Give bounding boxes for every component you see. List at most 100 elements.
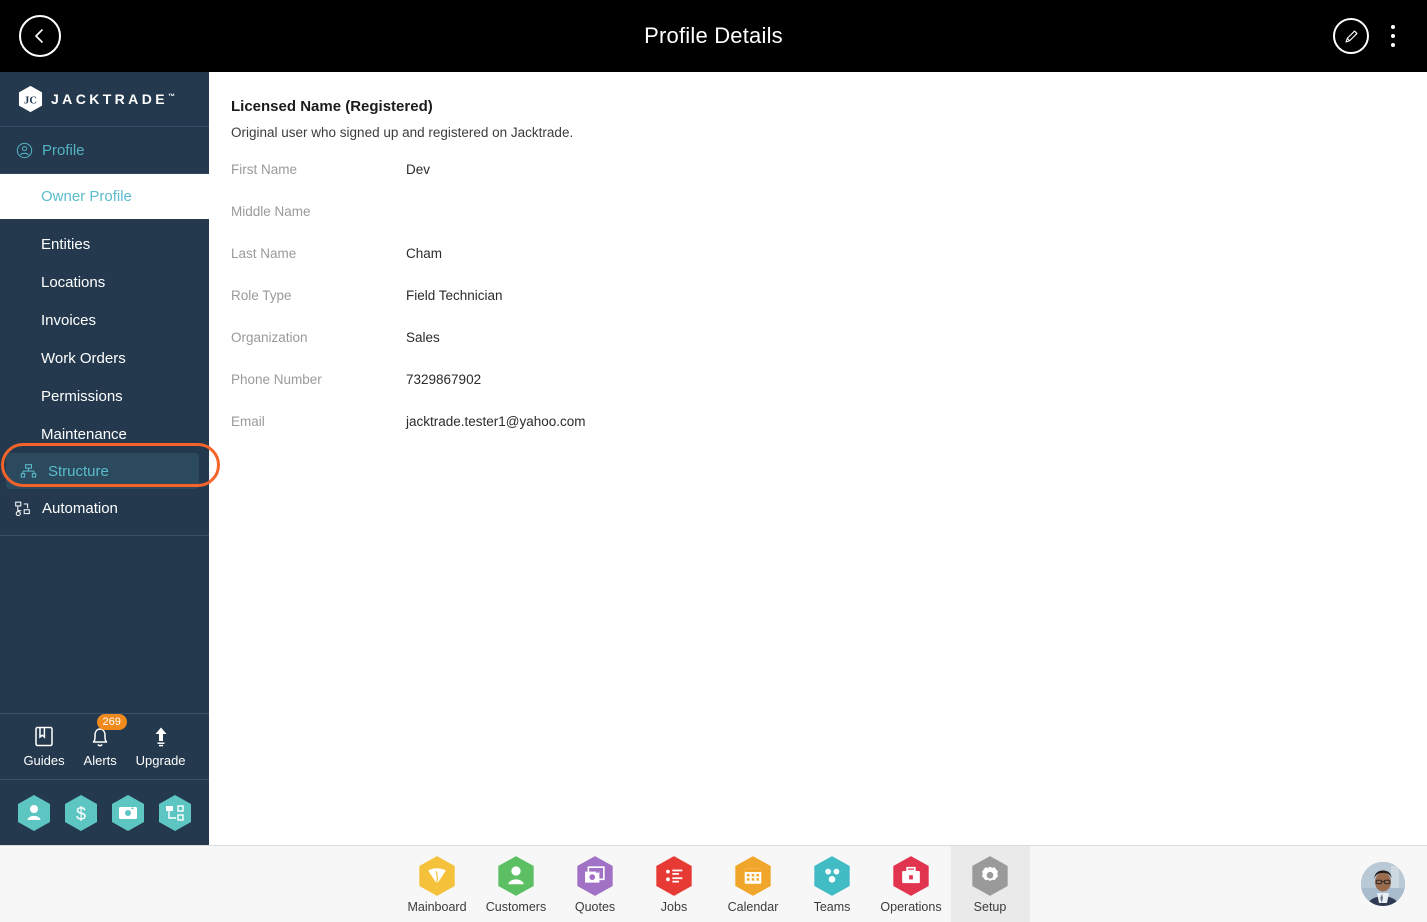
body-row: JC JACKTRADE™ Profile Owner Profile Enti… <box>0 72 1427 845</box>
sidebar-group-profile[interactable]: Profile <box>0 127 209 174</box>
setup-gear-hex-icon <box>972 855 1008 896</box>
bottom-nav-quotes[interactable]: Quotes <box>556 846 635 922</box>
alerts-button[interactable]: 269 Alerts <box>83 714 127 768</box>
bottom-nav-jobs[interactable]: Jobs <box>635 846 714 922</box>
teams-hex-icon <box>814 855 850 896</box>
workflow-hex-icon[interactable] <box>158 794 192 832</box>
mainboard-hex-icon <box>419 855 455 896</box>
sidebar-quick-hex-row: $ <box>0 779 209 845</box>
field-row-email: Email jacktrade.tester1@yahoo.com <box>231 414 1427 456</box>
sidebar-item-owner-profile[interactable]: Owner Profile <box>0 174 209 219</box>
bottom-nav-items: Mainboard Customers Quotes Jobs Calendar… <box>398 846 1030 922</box>
main-content: Licensed Name (Registered) Original user… <box>209 72 1427 845</box>
svg-text:JC: JC <box>24 95 37 106</box>
page-title: Profile Details <box>644 23 783 48</box>
sidebar-item-structure-label: Structure <box>48 462 109 480</box>
sidebar-item-owner-profile-label: Owner Profile <box>41 188 132 205</box>
sidebar-item-structure[interactable]: Structure <box>6 453 199 489</box>
sidebar-item-locations-label: Locations <box>41 273 106 291</box>
sidebar-item-maintenance[interactable]: Maintenance <box>0 415 209 453</box>
kebab-dot <box>1391 25 1395 29</box>
bottom-nav-mainboard[interactable]: Mainboard <box>398 846 477 922</box>
overflow-menu-button[interactable] <box>1379 18 1407 54</box>
field-value: Sales <box>406 330 440 345</box>
field-row-phone-number: Phone Number 7329867902 <box>231 372 1427 414</box>
field-label: Phone Number <box>231 372 322 387</box>
back-button[interactable] <box>19 15 61 57</box>
kebab-dot <box>1391 43 1395 47</box>
bottom-nav-setup[interactable]: Setup <box>950 846 1030 922</box>
bottom-nav-customers[interactable]: Customers <box>477 846 556 922</box>
sidebar-item-maintenance-label: Maintenance <box>41 425 127 443</box>
sidebar-item-entities[interactable]: Entities <box>0 225 209 263</box>
section-title: Licensed Name (Registered) <box>231 98 433 115</box>
field-value: Cham <box>406 246 443 261</box>
bottom-nav-operations[interactable]: Operations <box>872 846 951 922</box>
top-bar: Profile Details <box>0 0 1427 72</box>
sidebar-item-locations[interactable]: Locations <box>0 263 209 301</box>
user-avatar[interactable] <box>1361 862 1405 906</box>
field-value: 7329867902 <box>406 372 482 387</box>
trademark-symbol: ™ <box>167 93 175 101</box>
book-icon <box>35 726 53 747</box>
bottom-nav-calendar-label: Calendar <box>727 899 779 914</box>
sidebar-group-profile-label: Profile <box>42 141 85 159</box>
person-hex-icon[interactable] <box>17 794 51 832</box>
sidebar-item-permissions[interactable]: Permissions <box>0 377 209 415</box>
upgrade-label: Upgrade <box>135 753 186 768</box>
sidebar-item-invoices-label: Invoices <box>41 311 97 329</box>
bottom-nav-mainboard-label: Mainboard <box>407 899 467 914</box>
bottom-nav-quotes-label: Quotes <box>574 899 616 914</box>
field-row-organization: Organization Sales <box>231 330 1427 372</box>
alerts-label: Alerts <box>83 753 117 768</box>
section-subtitle: Original user who signed up and register… <box>231 125 574 140</box>
field-row-first-name: First Name Dev <box>231 162 1427 204</box>
upgrade-button[interactable]: Upgrade <box>136 725 186 768</box>
chevron-left-icon <box>35 29 43 43</box>
edit-button[interactable] <box>1333 18 1369 54</box>
customers-hex-icon <box>498 855 534 896</box>
sidebar: JC JACKTRADE™ Profile Owner Profile Enti… <box>0 72 220 845</box>
field-row-role-type: Role Type Field Technician <box>231 288 1427 330</box>
field-label: First Name <box>231 162 298 177</box>
sidebar-item-work-orders-label: Work Orders <box>41 349 126 367</box>
brand-wordmark: JACKTRADE <box>51 91 168 107</box>
bottom-nav-calendar[interactable]: Calendar <box>714 846 793 922</box>
sidebar-item-permissions-label: Permissions <box>41 387 123 405</box>
sidebar-item-work-orders[interactable]: Work Orders <box>0 339 209 377</box>
bottom-nav-customers-label: Customers <box>485 899 547 914</box>
brand-logo[interactable]: JC JACKTRADE™ <box>0 72 209 127</box>
up-arrow-icon <box>155 727 167 747</box>
structure-tree-icon <box>20 463 42 480</box>
sidebar-item-entities-label: Entities <box>41 235 91 253</box>
top-bar-actions <box>1333 18 1427 54</box>
dollar-hex-icon[interactable]: $ <box>64 794 98 832</box>
field-value: Dev <box>406 162 431 177</box>
avatar-image <box>1361 862 1405 906</box>
field-value: Field Technician <box>406 288 503 303</box>
sidebar-nav-list: Entities Locations Invoices Work Orders … <box>0 219 209 527</box>
jobs-hex-icon <box>656 855 692 896</box>
user-circle-icon <box>16 142 33 159</box>
field-label: Email <box>231 414 265 429</box>
guides-button[interactable]: Guides <box>23 725 65 768</box>
calendar-hex-icon <box>735 855 771 896</box>
sidebar-item-automation[interactable]: Automation <box>0 489 209 527</box>
field-row-middle-name: Middle Name <box>231 204 1427 246</box>
sidebar-item-invoices[interactable]: Invoices <box>0 301 209 339</box>
app-root: Profile Details JC JACKTRADE™ Profile Ow… <box>0 0 1427 922</box>
bottom-nav-teams[interactable]: Teams <box>793 846 872 922</box>
alerts-badge: 269 <box>96 714 127 730</box>
bottom-nav-bar: Mainboard Customers Quotes Jobs Calendar… <box>0 845 1427 922</box>
bottom-nav-setup-label: Setup <box>973 899 1007 914</box>
guides-label: Guides <box>23 753 65 768</box>
field-value: jacktrade.tester1@yahoo.com <box>406 414 586 429</box>
field-label: Last Name <box>231 246 297 261</box>
sidebar-item-automation-label: Automation <box>42 499 118 517</box>
pencil-icon <box>1344 30 1357 43</box>
money-transfer-hex-icon[interactable] <box>111 794 145 832</box>
quotes-hex-icon <box>577 855 613 896</box>
bottom-nav-jobs-label: Jobs <box>660 899 688 914</box>
automation-flow-icon <box>14 500 36 517</box>
